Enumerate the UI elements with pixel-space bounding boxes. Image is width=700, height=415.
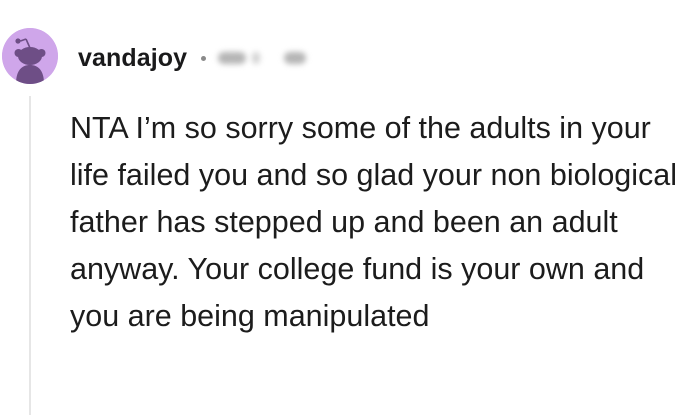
blurred-flair (218, 52, 247, 64)
comment-meta-redacted (201, 52, 307, 64)
comment-header: vandajoy (78, 40, 307, 76)
snoo-avatar-icon (2, 28, 58, 84)
separator-dot (201, 55, 207, 61)
user-avatar[interactable] (2, 28, 58, 84)
thread-line[interactable] (29, 96, 31, 415)
username[interactable]: vandajoy (78, 44, 187, 73)
blurred-separator (252, 52, 261, 64)
comment-body: NTA I’m so sorry some of the adults in y… (70, 111, 678, 333)
comment: vandajoy NTA I’m so sorry some of the ad… (0, 0, 700, 415)
blurred-timestamp (284, 52, 307, 64)
